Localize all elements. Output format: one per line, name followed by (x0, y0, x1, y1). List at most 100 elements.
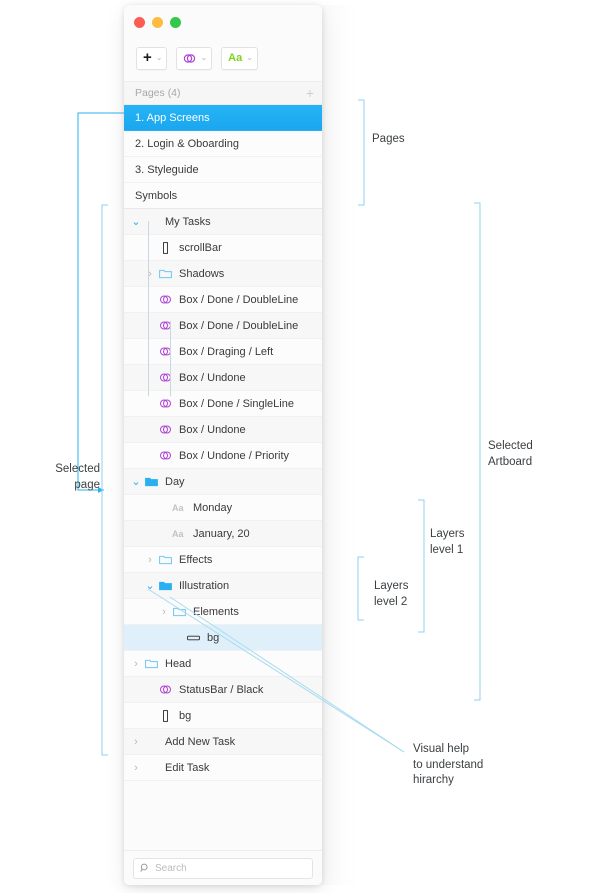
layer-row[interactable]: Box / Done / SingleLine (124, 391, 322, 417)
window-background-extension (322, 5, 358, 885)
chevron-down-icon: ⌄ (246, 53, 253, 62)
layer-row[interactable]: ⌄ My Tasks (124, 209, 322, 235)
layer-row-label: Add New Task (165, 735, 236, 748)
layer-row-label: January, 20 (193, 527, 250, 540)
layer-row-label: StatusBar / Black (179, 683, 264, 696)
symbol-icon (156, 320, 174, 331)
layer-row[interactable]: ⌄ Illustration (124, 573, 322, 599)
add-page-button[interactable]: + (306, 86, 314, 100)
layer-row[interactable]: Box / Done / DoubleLine (124, 313, 322, 339)
plus-icon: + (143, 49, 152, 66)
layers-list: ⌄ My Tasks scrollBar › Shadows Box / Done / D… (124, 209, 322, 781)
page-item-label: 2. Login & Oboarding (135, 137, 239, 150)
svg-text:Aa: Aa (172, 503, 184, 513)
layer-row[interactable]: › Add New Task (124, 729, 322, 755)
folder-icon (142, 658, 160, 669)
layer-row[interactable]: ⌄ Day (124, 469, 322, 495)
chevron-down-icon: ⌄ (155, 53, 163, 62)
layer-row[interactable]: bg (124, 703, 322, 729)
symbol-icon (156, 424, 174, 435)
pages-list: 1. App Screens 2. Login & Oboarding 3. Sty… (124, 105, 322, 208)
layer-row-label: Shadows (179, 267, 225, 280)
annotation-layers-level-2: Layers level 2 (374, 580, 409, 608)
layer-row-label: Box / Done / DoubleLine (179, 319, 299, 332)
toolbar: + ⌄ ⌄ Aa ⌄ (124, 39, 322, 81)
search-icon (140, 863, 150, 873)
chevron-right-icon[interactable]: › (130, 736, 142, 748)
search-input[interactable] (155, 862, 306, 874)
layer-row[interactable]: › Head (124, 651, 322, 677)
search-field[interactable] (133, 857, 313, 879)
text-icon: Aa (228, 51, 243, 64)
layer-row-label: Head (165, 657, 192, 670)
page-list-item[interactable]: 2. Login & Oboarding (124, 131, 322, 157)
layer-row[interactable]: Box / Undone / Priority (124, 443, 322, 469)
insert-button[interactable]: + ⌄ (136, 46, 168, 70)
chevron-down-icon[interactable]: ⌄ (130, 216, 142, 227)
annotation-layers-level-1: Layers level 1 (430, 528, 465, 556)
page-list-item[interactable]: 3. Styleguide (124, 157, 322, 183)
chevron-right-icon[interactable]: › (130, 658, 142, 670)
page-item-label: 3. Styleguide (135, 163, 199, 176)
page-item-label: 1. App Screens (135, 111, 210, 124)
minimize-icon[interactable] (152, 16, 163, 28)
symbol-icon (156, 372, 174, 383)
text-layer-icon: Aa (170, 502, 188, 513)
symbol-icon (156, 346, 174, 357)
layer-row[interactable]: › Elements (124, 599, 322, 625)
symbol-icon (183, 53, 196, 64)
page-item-label: Symbols (135, 189, 178, 202)
layer-row[interactable]: Box / Done / DoubleLine (124, 287, 322, 313)
chevron-down-icon[interactable]: ⌄ (144, 580, 156, 591)
text-styles-button[interactable]: Aa ⌄ (221, 46, 258, 70)
pages-section-header: Pages (4) + (124, 81, 322, 105)
shape-layer-icon (156, 241, 174, 254)
annotation-pages: Pages (372, 133, 405, 145)
chevron-down-icon[interactable]: ⌄ (130, 476, 142, 487)
chevron-right-icon[interactable]: › (144, 268, 156, 280)
traffic-light-buttons (134, 16, 181, 28)
layer-row-label: Box / Draging / Left (179, 345, 274, 358)
layer-row-label: Effects (179, 553, 213, 566)
layer-row-label: My Tasks (165, 215, 211, 228)
page-list-item[interactable]: Symbols (124, 183, 322, 208)
shape-layer-icon (156, 709, 174, 722)
annotation-selected-artboard: Selected Artboard (488, 440, 533, 468)
chevron-right-icon[interactable]: › (158, 606, 170, 618)
layer-row[interactable]: Aa January, 20 (124, 521, 322, 547)
layer-row[interactable]: Aa Monday (124, 495, 322, 521)
layer-row[interactable]: bg (124, 625, 322, 651)
layer-row-label: Elements (193, 605, 239, 618)
chevron-right-icon[interactable]: › (130, 762, 142, 774)
layer-row[interactable]: › Edit Task (124, 755, 322, 781)
layer-row[interactable]: Box / Undone (124, 365, 322, 391)
layer-row-label: Box / Undone / Priority (179, 449, 290, 462)
folder-icon (156, 268, 174, 279)
close-icon[interactable] (134, 16, 145, 28)
layer-row[interactable]: Box / Undone (124, 417, 322, 443)
layer-row[interactable]: › Shadows (124, 261, 322, 287)
layer-row[interactable]: StatusBar / Black (124, 677, 322, 703)
symbols-button[interactable]: ⌄ (176, 46, 213, 70)
layer-row[interactable]: Box / Draging / Left (124, 339, 322, 365)
layer-row[interactable]: scrollBar (124, 235, 322, 261)
layer-row-label: Box / Done / DoubleLine (179, 293, 299, 306)
layer-row-label: Illustration (179, 579, 230, 592)
layer-row-label: bg (207, 631, 220, 644)
chevron-down-icon: ⌄ (200, 53, 208, 62)
symbol-icon (156, 684, 174, 695)
zoom-icon[interactable] (170, 16, 181, 28)
layer-row-label: scrollBar (179, 241, 222, 254)
layers-panel[interactable]: ⌄ My Tasks scrollBar › Shadows Box / Done / D… (124, 208, 322, 850)
layer-row[interactable]: › Effects (124, 547, 322, 573)
layer-row-label: Box / Undone (179, 371, 246, 384)
folder-open-icon (156, 580, 174, 591)
chevron-right-icon[interactable]: › (144, 554, 156, 566)
layer-row-label: Box / Undone (179, 423, 246, 436)
svg-text:Aa: Aa (172, 529, 184, 539)
symbol-icon (156, 450, 174, 461)
hierarchy-guide-level-1 (148, 221, 149, 396)
search-bar (124, 850, 322, 885)
page-list-item[interactable]: 1. App Screens (124, 105, 322, 131)
window-titlebar (124, 5, 322, 39)
